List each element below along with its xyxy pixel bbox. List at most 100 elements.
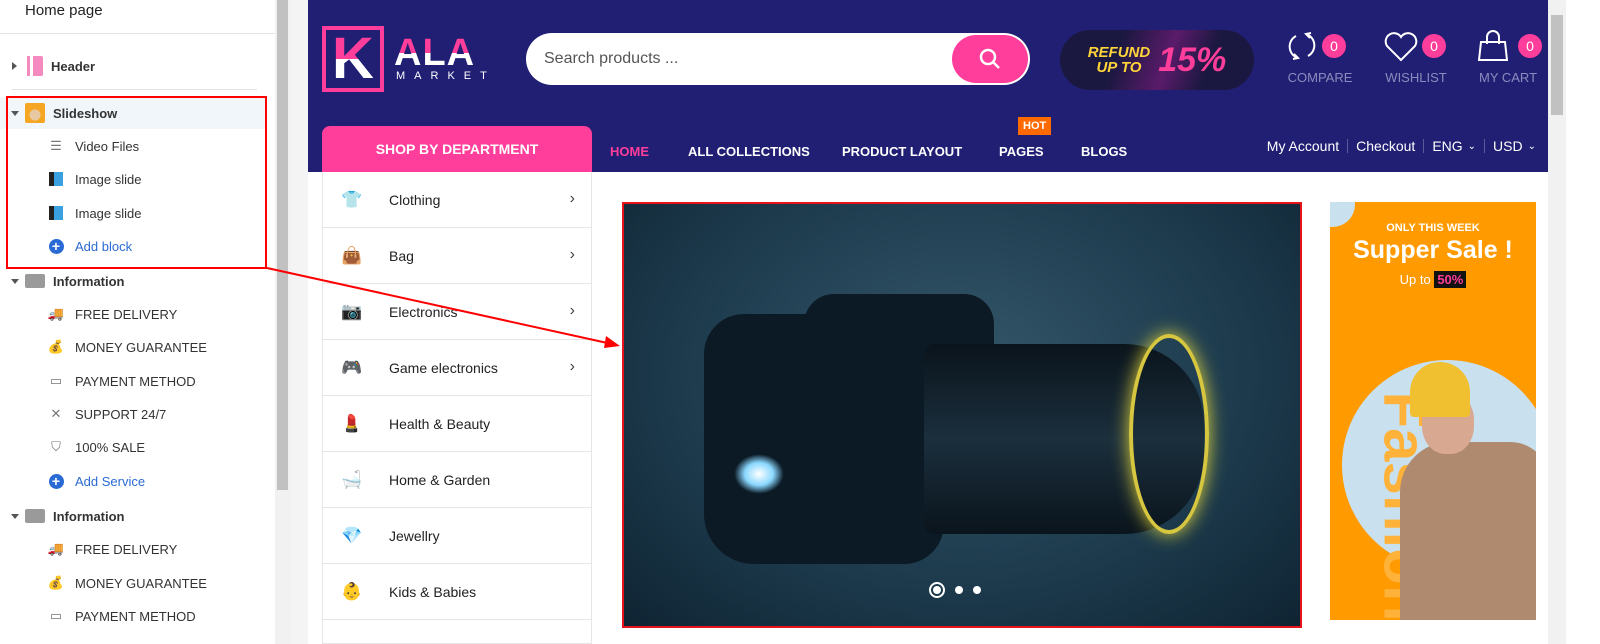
logo[interactable]: K ALA MARKET (322, 26, 492, 94)
block-video-files[interactable]: ☰ Video Files (0, 130, 266, 162)
nav-pages[interactable]: PAGES (999, 144, 1044, 159)
dept-kids-babies[interactable]: 👶 Kids & Babies (323, 564, 591, 620)
banner-sub: Up to 50% (1330, 271, 1536, 288)
block-label: Image slide (75, 205, 142, 221)
nav-home[interactable]: HOME (610, 144, 649, 159)
checkout-link[interactable]: Checkout (1356, 138, 1415, 154)
block-item[interactable]: ▭ PAYMENT METHOD (0, 365, 266, 397)
slide-pagination (929, 582, 981, 598)
currency-select[interactable]: USD (1493, 138, 1523, 154)
compare-icon (1288, 32, 1316, 60)
truck-icon (25, 274, 45, 288)
my-account-link[interactable]: My Account (1267, 138, 1339, 154)
shopping-bag-icon (1478, 30, 1508, 61)
logo-subtext: MARKET (396, 70, 496, 82)
dept-label: Bag (389, 247, 414, 264)
search-icon (979, 48, 1000, 69)
block-label: 100% SALE (75, 439, 146, 455)
dept-home-garden[interactable]: 🛁 Home & Garden (323, 452, 591, 508)
expand-icon[interactable] (12, 62, 17, 70)
language-select[interactable]: ENG (1432, 138, 1462, 154)
block-label: PAYMENT METHOD (75, 373, 196, 389)
add-block-button[interactable]: + Add block (0, 230, 266, 262)
collapse-icon[interactable] (11, 110, 19, 116)
chevron-right-icon: › (569, 358, 575, 375)
compare-count: 0 (1322, 34, 1346, 58)
plus-icon: + (48, 238, 64, 254)
dept-game-electronics[interactable]: 🎮 Game electronics › (323, 340, 591, 396)
preview-gutter (290, 0, 308, 644)
sidebar-scrollbar[interactable] (275, 0, 290, 644)
slide-dot-2[interactable] (955, 586, 963, 594)
nav-all-collections[interactable]: ALL COLLECTIONS (688, 144, 810, 159)
block-item[interactable]: 🚚 FREE DELIVERY (0, 298, 266, 330)
scrollbar-thumb[interactable] (1551, 15, 1563, 115)
money-bag-icon: 💰 (47, 575, 65, 590)
block-label: MONEY GUARANTEE (75, 575, 207, 591)
promo-line1: REFUND (1087, 44, 1151, 61)
block-item[interactable]: ⛉ 100% SALE (0, 431, 266, 463)
block-label: Video Files (75, 138, 140, 154)
block-item[interactable]: 🚚 FREE DELIVERY (0, 533, 266, 565)
section-header[interactable]: Header (0, 50, 266, 82)
block-image-slide[interactable]: Image slide (0, 163, 266, 195)
slide-dot-1[interactable] (929, 582, 945, 598)
wallet-icon: ▭ (49, 608, 63, 623)
promo-line2: UP TO (1096, 59, 1142, 76)
dept-jewellry[interactable]: 💎 Jewellry (323, 508, 591, 564)
truck-icon: 🚚 (47, 306, 65, 321)
block-label: FREE DELIVERY (75, 306, 178, 322)
dept-clothing[interactable]: 👕 Clothing › (323, 172, 591, 228)
nav-blogs[interactable]: BLOGS (1081, 144, 1127, 159)
slideshow-icon (25, 103, 45, 123)
scrollbar-thumb[interactable] (277, 0, 288, 490)
collapse-icon[interactable] (11, 513, 19, 519)
logo-text: ALA (394, 32, 476, 74)
divider (12, 89, 257, 90)
block-item[interactable]: ✕ SUPPORT 24/7 (0, 398, 266, 430)
block-item[interactable]: ▭ PAYMENT METHOD (0, 600, 266, 632)
banner-title: Supper Sale ! (1353, 236, 1513, 264)
department-menu: 👕 Clothing › 👜 Bag › 📷 Electronics › 🎮 Game ele… (322, 172, 592, 644)
banner-value: 50% (1434, 271, 1467, 288)
chevron-right-icon: › (569, 190, 575, 207)
account-links: My Account Checkout ENG ⌄ USD ⌄ (1267, 138, 1536, 154)
dept-electronics[interactable]: 📷 Electronics › (323, 284, 591, 340)
shop-by-department-button[interactable]: SHOP BY DEPARTMENT (322, 126, 592, 172)
dept-health-beauty[interactable]: 💄 Health & Beauty (323, 396, 591, 452)
search-button[interactable] (952, 35, 1028, 83)
chevron-down-icon: ⌄ (1527, 140, 1536, 152)
dept-label: Electronics (389, 303, 458, 320)
add-service-button[interactable]: + Add Service (0, 465, 266, 497)
dept-label: Health & Beauty (389, 415, 491, 432)
bag-icon: 👜 (341, 245, 363, 265)
chevron-right-icon: › (569, 246, 575, 263)
page-scrollbar[interactable] (1548, 0, 1566, 644)
nav-product-layout[interactable]: PRODUCT LAYOUT (842, 144, 962, 159)
section-slideshow[interactable]: Slideshow (0, 97, 266, 129)
block-item[interactable]: 💰 MONEY GUARANTEE (0, 567, 266, 599)
search-input[interactable] (544, 33, 944, 85)
store-preview: K ALA MARKET REFUNDUP TO 15% 0 COMPARE 0… (308, 0, 1548, 644)
refund-promo[interactable]: REFUND UP TO 15% (1060, 30, 1254, 90)
dept-label: Home & Garden (389, 471, 491, 488)
section-label: Slideshow (53, 105, 118, 121)
block-image-slide[interactable]: Image slide (0, 197, 266, 229)
sale-banner[interactable]: Fashion ONLY THIS WEEK Supper Sale ! Up … (1330, 202, 1536, 620)
block-label: FREE DELIVERY (75, 541, 178, 557)
theme-editor-sidebar: Home page Header Slideshow ☰ Video Files … (0, 0, 275, 644)
block-label: Image slide (75, 171, 142, 187)
collapse-icon[interactable] (11, 278, 19, 284)
search-bar (526, 33, 1030, 85)
dept-bag[interactable]: 👜 Bag › (323, 228, 591, 284)
block-item[interactable]: 💰 MONEY GUARANTEE (0, 331, 266, 363)
slide-dot-3[interactable] (973, 586, 981, 594)
tools-icon: ✕ (50, 406, 62, 421)
image-icon (47, 205, 65, 221)
slideshow[interactable] (622, 202, 1302, 628)
tshirt-icon: 👕 (341, 189, 363, 209)
section-information[interactable]: Information (0, 500, 266, 532)
truck-icon (25, 509, 45, 523)
section-information[interactable]: Information (0, 265, 266, 297)
cart-count: 0 (1518, 34, 1542, 58)
